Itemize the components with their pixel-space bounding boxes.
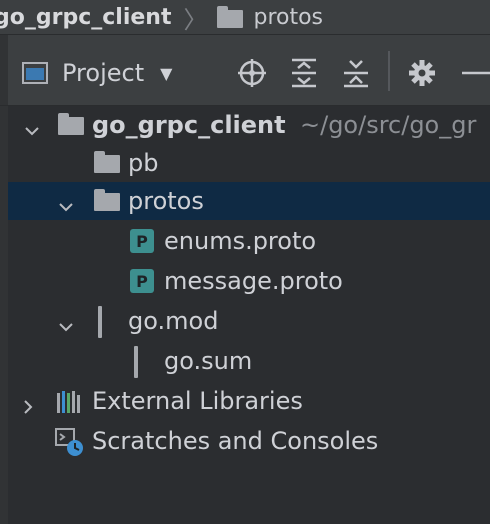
chevron-right-icon[interactable]: [20, 393, 36, 414]
breadcrumb-item-current[interactable]: protos: [253, 5, 323, 30]
tree-item-label: pb: [128, 149, 159, 177]
project-window-icon: [22, 62, 48, 84]
breadcrumb: go_grpc_client 〉 protos: [0, 0, 490, 35]
chevron-down-icon[interactable]: [58, 193, 74, 212]
toolbar-divider: [388, 51, 390, 91]
tree-item-label: External Libraries: [92, 387, 303, 415]
tree-item-label: go.sum: [164, 347, 253, 375]
proto-file-icon: P: [130, 269, 156, 293]
collapse-all-icon[interactable]: [340, 57, 372, 89]
tree-item-label: Scratches and Consoles: [92, 427, 379, 455]
folder-icon: [58, 113, 84, 137]
project-view-label: Project: [62, 59, 145, 87]
project-toolbar: Project ▼: [0, 35, 490, 106]
tree-item-pb[interactable]: pb: [8, 144, 490, 182]
tool-window-strip: [0, 35, 8, 105]
expand-all-icon[interactable]: [288, 57, 320, 89]
tree-item-external-libraries[interactable]: External Libraries: [8, 382, 490, 420]
tree-item-label: message.proto: [164, 267, 343, 295]
gear-icon[interactable]: [406, 57, 438, 89]
project-tree: go_grpc_client ~/go/src/go_gr pb protos …: [0, 106, 490, 524]
tree-item-go-sum[interactable]: go.sum: [8, 342, 490, 380]
minimize-icon[interactable]: [458, 57, 490, 89]
chevron-down-icon[interactable]: [58, 313, 74, 332]
tree-item-go-mod[interactable]: go.mod: [8, 302, 490, 340]
chevron-down-icon[interactable]: [24, 117, 40, 136]
tree-item-label: enums.proto: [164, 227, 317, 255]
tree-item-label: protos: [128, 187, 204, 215]
library-icon: [56, 389, 82, 413]
chevron-down-icon: ▼: [160, 63, 173, 83]
text-file-icon: [134, 346, 160, 378]
tree-item-label: go_grpc_client: [92, 111, 286, 139]
tree-item-enums-proto[interactable]: P enums.proto: [8, 222, 490, 260]
tree-item-label: go.mod: [128, 307, 219, 335]
tool-window-strip: [0, 106, 8, 524]
project-view-selector[interactable]: Project ▼: [22, 55, 172, 91]
tree-item-root[interactable]: go_grpc_client ~/go/src/go_gr: [8, 106, 490, 144]
chevron-right-icon: 〉: [183, 5, 208, 34]
folder-icon: [94, 189, 120, 213]
breadcrumb-item-root[interactable]: go_grpc_client: [0, 5, 171, 30]
project-path-hint: ~/go/src/go_gr: [300, 111, 477, 139]
folder-icon: [217, 6, 244, 28]
scratches-icon: [54, 427, 84, 457]
tree-item-scratches[interactable]: Scratches and Consoles: [8, 422, 490, 460]
locate-icon[interactable]: [236, 57, 268, 89]
tree-item-message-proto[interactable]: P message.proto: [8, 262, 490, 300]
proto-file-icon: P: [130, 229, 156, 253]
text-file-icon: [98, 306, 124, 338]
tree-item-protos[interactable]: protos: [8, 182, 490, 220]
folder-icon: [94, 151, 120, 175]
